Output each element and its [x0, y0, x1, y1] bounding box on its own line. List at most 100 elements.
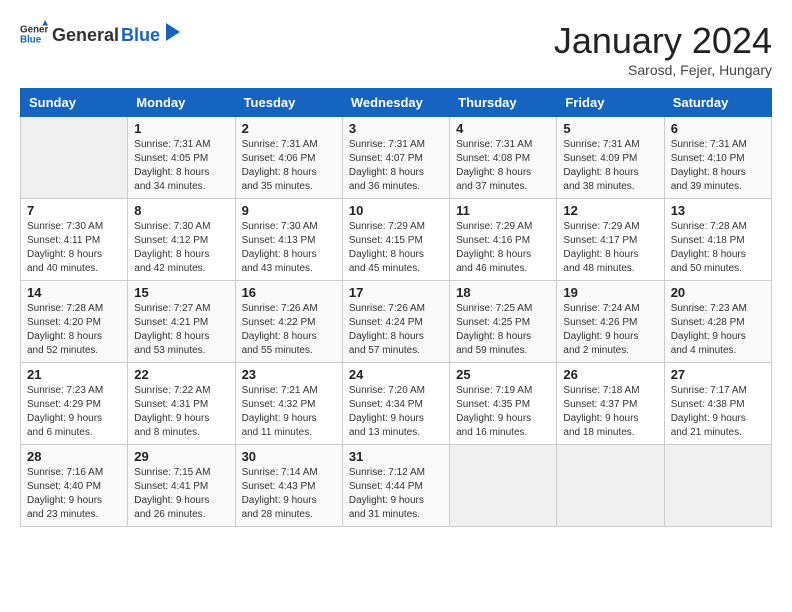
day-info: Sunrise: 7:30 AMSunset: 4:12 PMDaylight:…	[134, 220, 228, 276]
day-info: Sunrise: 7:26 AMSunset: 4:24 PMDaylight:…	[349, 302, 443, 358]
calendar-cell: 5 Sunrise: 7:31 AMSunset: 4:09 PMDaylight…	[557, 117, 664, 199]
day-info: Sunrise: 7:28 AMSunset: 4:18 PMDaylight:…	[671, 220, 765, 276]
title-section: January 2024 Sarosd, Fejer, Hungary	[554, 20, 772, 78]
day-info: Sunrise: 7:30 AMSunset: 4:11 PMDaylight:…	[27, 220, 121, 276]
day-info: Sunrise: 7:28 AMSunset: 4:20 PMDaylight:…	[27, 302, 121, 358]
day-number: 3	[349, 121, 443, 136]
calendar-cell: 15Sunrise: 7:27 AMSunset: 4:21 PMDayligh…	[128, 281, 235, 363]
day-info: Sunrise: 7:30 AMSunset: 4:13 PMDaylight:…	[242, 220, 336, 276]
calendar-week-1: 1Sunrise: 7:31 AMSunset: 4:05 PMDaylight…	[21, 117, 772, 199]
calendar-body: 1Sunrise: 7:31 AMSunset: 4:05 PMDaylight…	[21, 117, 772, 527]
day-info: Sunrise: 7:23 AMSunset: 4:28 PMDaylight:…	[671, 302, 765, 358]
calendar-cell: 24 Sunrise: 7:20 AMSunset: 4:34 PMDayligh…	[342, 363, 449, 445]
day-info: Sunrise: 7:22 AMSunset: 4:31 PMDaylight:…	[134, 384, 228, 440]
day-info: Sunrise: 7:17 AMSunset: 4:38 PMDaylight:…	[671, 384, 765, 440]
day-number: 29	[134, 449, 228, 464]
day-info: Sunrise: 7:12 AMSunset: 4:44 PMDaylight:…	[349, 466, 443, 522]
calendar-cell	[664, 445, 771, 527]
day-number: 18	[456, 285, 550, 300]
header-cell-monday: Monday	[128, 89, 235, 117]
day-info: Sunrise: 7:31 AMSunset: 4:05 PMDaylight:…	[134, 138, 228, 194]
calendar-cell: 25Sunrise: 7:19 AMSunset: 4:35 PMDayligh…	[450, 363, 557, 445]
calendar-cell: 10 Sunrise: 7:29 AMSunset: 4:15 PMDayligh…	[342, 199, 449, 281]
header-cell-friday: Friday	[557, 89, 664, 117]
day-number: 14	[27, 285, 121, 300]
calendar-cell: 6Sunrise: 7:31 AMSunset: 4:10 PMDaylight…	[664, 117, 771, 199]
calendar-cell: 8 Sunrise: 7:30 AMSunset: 4:12 PMDaylight…	[128, 199, 235, 281]
logo-blue-text: Blue	[121, 25, 160, 46]
calendar-cell: 18 Sunrise: 7:25 AMSunset: 4:25 PMDayligh…	[450, 281, 557, 363]
calendar-cell: 12Sunrise: 7:29 AMSunset: 4:17 PMDayligh…	[557, 199, 664, 281]
calendar-cell: 9Sunrise: 7:30 AMSunset: 4:13 PMDaylight…	[235, 199, 342, 281]
calendar-cell: 17Sunrise: 7:26 AMSunset: 4:24 PMDayligh…	[342, 281, 449, 363]
day-number: 31	[349, 449, 443, 464]
day-number: 15	[134, 285, 228, 300]
day-info: Sunrise: 7:20 AMSunset: 4:34 PMDaylight:…	[349, 384, 443, 440]
header-cell-sunday: Sunday	[21, 89, 128, 117]
calendar-cell: 30Sunrise: 7:14 AMSunset: 4:43 PMDayligh…	[235, 445, 342, 527]
day-info: Sunrise: 7:21 AMSunset: 4:32 PMDaylight:…	[242, 384, 336, 440]
calendar-cell: 23 Sunrise: 7:21 AMSunset: 4:32 PMDayligh…	[235, 363, 342, 445]
calendar-cell: 1Sunrise: 7:31 AMSunset: 4:05 PMDaylight…	[128, 117, 235, 199]
day-number: 28	[27, 449, 121, 464]
calendar-cell: 29Sunrise: 7:15 AMSunset: 4:41 PMDayligh…	[128, 445, 235, 527]
logo-icon: General Blue	[20, 20, 48, 48]
day-number: 21	[27, 367, 121, 382]
day-number: 20	[671, 285, 765, 300]
calendar-cell: 21 Sunrise: 7:23 AMSunset: 4:29 PMDayligh…	[21, 363, 128, 445]
day-number: 7	[27, 203, 121, 218]
calendar-cell: 27 Sunrise: 7:17 AMSunset: 4:38 PMDayligh…	[664, 363, 771, 445]
day-number: 8	[134, 203, 228, 218]
header-cell-thursday: Thursday	[450, 89, 557, 117]
logo-arrow-icon	[162, 23, 180, 41]
day-number: 22	[134, 367, 228, 382]
header-cell-saturday: Saturday	[664, 89, 771, 117]
calendar-cell: 2 Sunrise: 7:31 AMSunset: 4:06 PMDaylight…	[235, 117, 342, 199]
day-number: 13	[671, 203, 765, 218]
day-info: Sunrise: 7:31 AMSunset: 4:09 PMDaylight:…	[563, 138, 657, 194]
svg-text:Blue: Blue	[20, 34, 42, 45]
calendar-cell	[450, 445, 557, 527]
day-number: 27	[671, 367, 765, 382]
day-info: Sunrise: 7:29 AMSunset: 4:16 PMDaylight:…	[456, 220, 550, 276]
day-number: 16	[242, 285, 336, 300]
calendar-cell: 3Sunrise: 7:31 AMSunset: 4:07 PMDaylight…	[342, 117, 449, 199]
day-info: Sunrise: 7:25 AMSunset: 4:25 PMDaylight:…	[456, 302, 550, 358]
day-number: 5	[563, 121, 657, 136]
day-number: 24	[349, 367, 443, 382]
calendar-cell	[557, 445, 664, 527]
logo: General Blue General Blue	[20, 20, 180, 48]
location-subtitle: Sarosd, Fejer, Hungary	[554, 62, 772, 78]
day-info: Sunrise: 7:29 AMSunset: 4:15 PMDaylight:…	[349, 220, 443, 276]
header-cell-wednesday: Wednesday	[342, 89, 449, 117]
day-info: Sunrise: 7:23 AMSunset: 4:29 PMDaylight:…	[27, 384, 121, 440]
day-number: 19	[563, 285, 657, 300]
day-info: Sunrise: 7:31 AMSunset: 4:06 PMDaylight:…	[242, 138, 336, 194]
calendar-week-2: 7 Sunrise: 7:30 AMSunset: 4:11 PMDaylight…	[21, 199, 772, 281]
calendar-cell: 13 Sunrise: 7:28 AMSunset: 4:18 PMDayligh…	[664, 199, 771, 281]
day-number: 2	[242, 121, 336, 136]
day-number: 23	[242, 367, 336, 382]
header-row: SundayMondayTuesdayWednesdayThursdayFrid…	[21, 89, 772, 117]
day-number: 12	[563, 203, 657, 218]
day-number: 10	[349, 203, 443, 218]
calendar-cell: 14 Sunrise: 7:28 AMSunset: 4:20 PMDayligh…	[21, 281, 128, 363]
calendar-cell: 16Sunrise: 7:26 AMSunset: 4:22 PMDayligh…	[235, 281, 342, 363]
day-number: 26	[563, 367, 657, 382]
month-year-title: January 2024	[554, 20, 772, 62]
calendar-week-5: 28 Sunrise: 7:16 AMSunset: 4:40 PMDayligh…	[21, 445, 772, 527]
day-number: 30	[242, 449, 336, 464]
day-number: 4	[456, 121, 550, 136]
day-number: 6	[671, 121, 765, 136]
day-info: Sunrise: 7:24 AMSunset: 4:26 PMDaylight:…	[563, 302, 657, 358]
calendar-cell: 20 Sunrise: 7:23 AMSunset: 4:28 PMDayligh…	[664, 281, 771, 363]
calendar-cell	[21, 117, 128, 199]
logo-general-text: General	[52, 25, 119, 46]
calendar-week-3: 14 Sunrise: 7:28 AMSunset: 4:20 PMDayligh…	[21, 281, 772, 363]
calendar-header: SundayMondayTuesdayWednesdayThursdayFrid…	[21, 89, 772, 117]
header: General Blue General Blue January 2024 S…	[20, 20, 772, 78]
day-info: Sunrise: 7:16 AMSunset: 4:40 PMDaylight:…	[27, 466, 121, 522]
day-info: Sunrise: 7:18 AMSunset: 4:37 PMDaylight:…	[563, 384, 657, 440]
calendar-cell: 4Sunrise: 7:31 AMSunset: 4:08 PMDaylight…	[450, 117, 557, 199]
calendar-cell: 31 Sunrise: 7:12 AMSunset: 4:44 PMDayligh…	[342, 445, 449, 527]
